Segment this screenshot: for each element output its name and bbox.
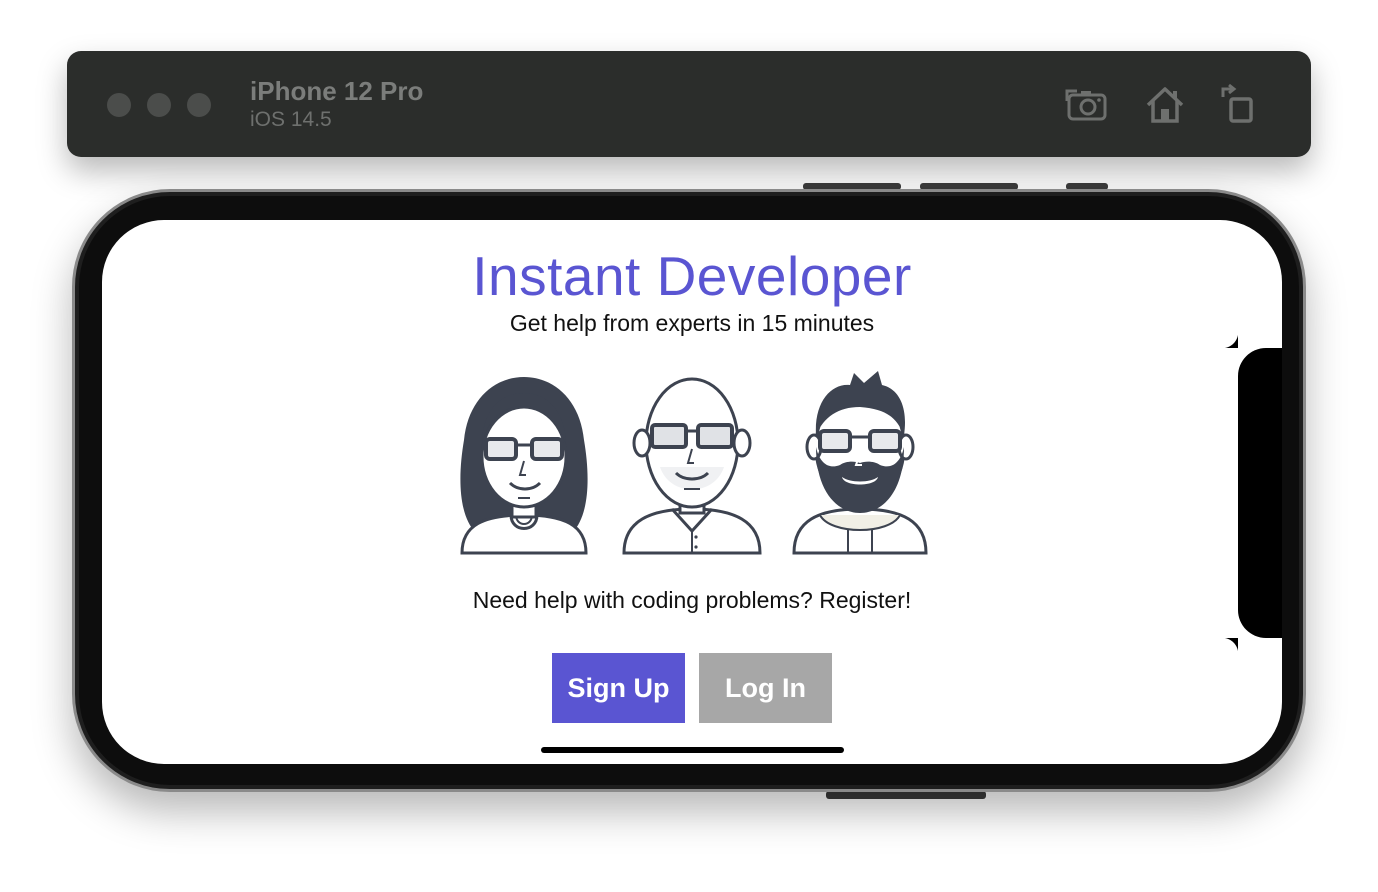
os-version: iOS 14.5 xyxy=(250,108,332,131)
app-title: Instant Developer xyxy=(472,245,912,307)
zoom-window-button[interactable] xyxy=(187,93,211,117)
notch xyxy=(1222,332,1282,654)
minimize-window-button[interactable] xyxy=(147,93,171,117)
experts-illustration xyxy=(454,365,930,555)
screenshot-button[interactable] xyxy=(1065,83,1109,127)
expert-woman-avatar xyxy=(460,377,588,555)
log-in-button[interactable]: Log In xyxy=(699,653,832,723)
register-prompt: Need help with coding problems? Register… xyxy=(472,587,912,613)
iphone-frame: Instant Developer Get help from experts … xyxy=(72,189,1306,792)
app-subtitle: Get help from experts in 15 minutes xyxy=(509,310,875,336)
simulator-window: iPhone 12 Pro iOS 14.5 Instant Developer… xyxy=(0,0,1378,892)
expert-bald-man-avatar xyxy=(622,377,762,555)
rotate-icon xyxy=(1221,83,1253,123)
screenshot-icon xyxy=(1065,89,1107,121)
side-power-button xyxy=(826,791,986,799)
expert-bearded-man-avatar xyxy=(792,371,928,555)
simulator-toolbar: iPhone 12 Pro iOS 14.5 xyxy=(67,51,1311,157)
app-screen: Instant Developer Get help from experts … xyxy=(102,220,1282,764)
home-icon xyxy=(1146,87,1184,123)
home-indicator[interactable] xyxy=(541,747,844,753)
device-name: iPhone 12 Pro xyxy=(250,76,424,106)
sign-up-button[interactable]: Sign Up xyxy=(552,653,685,723)
rotate-button[interactable] xyxy=(1217,83,1261,127)
home-button[interactable] xyxy=(1143,83,1187,127)
close-window-button[interactable] xyxy=(107,93,131,117)
